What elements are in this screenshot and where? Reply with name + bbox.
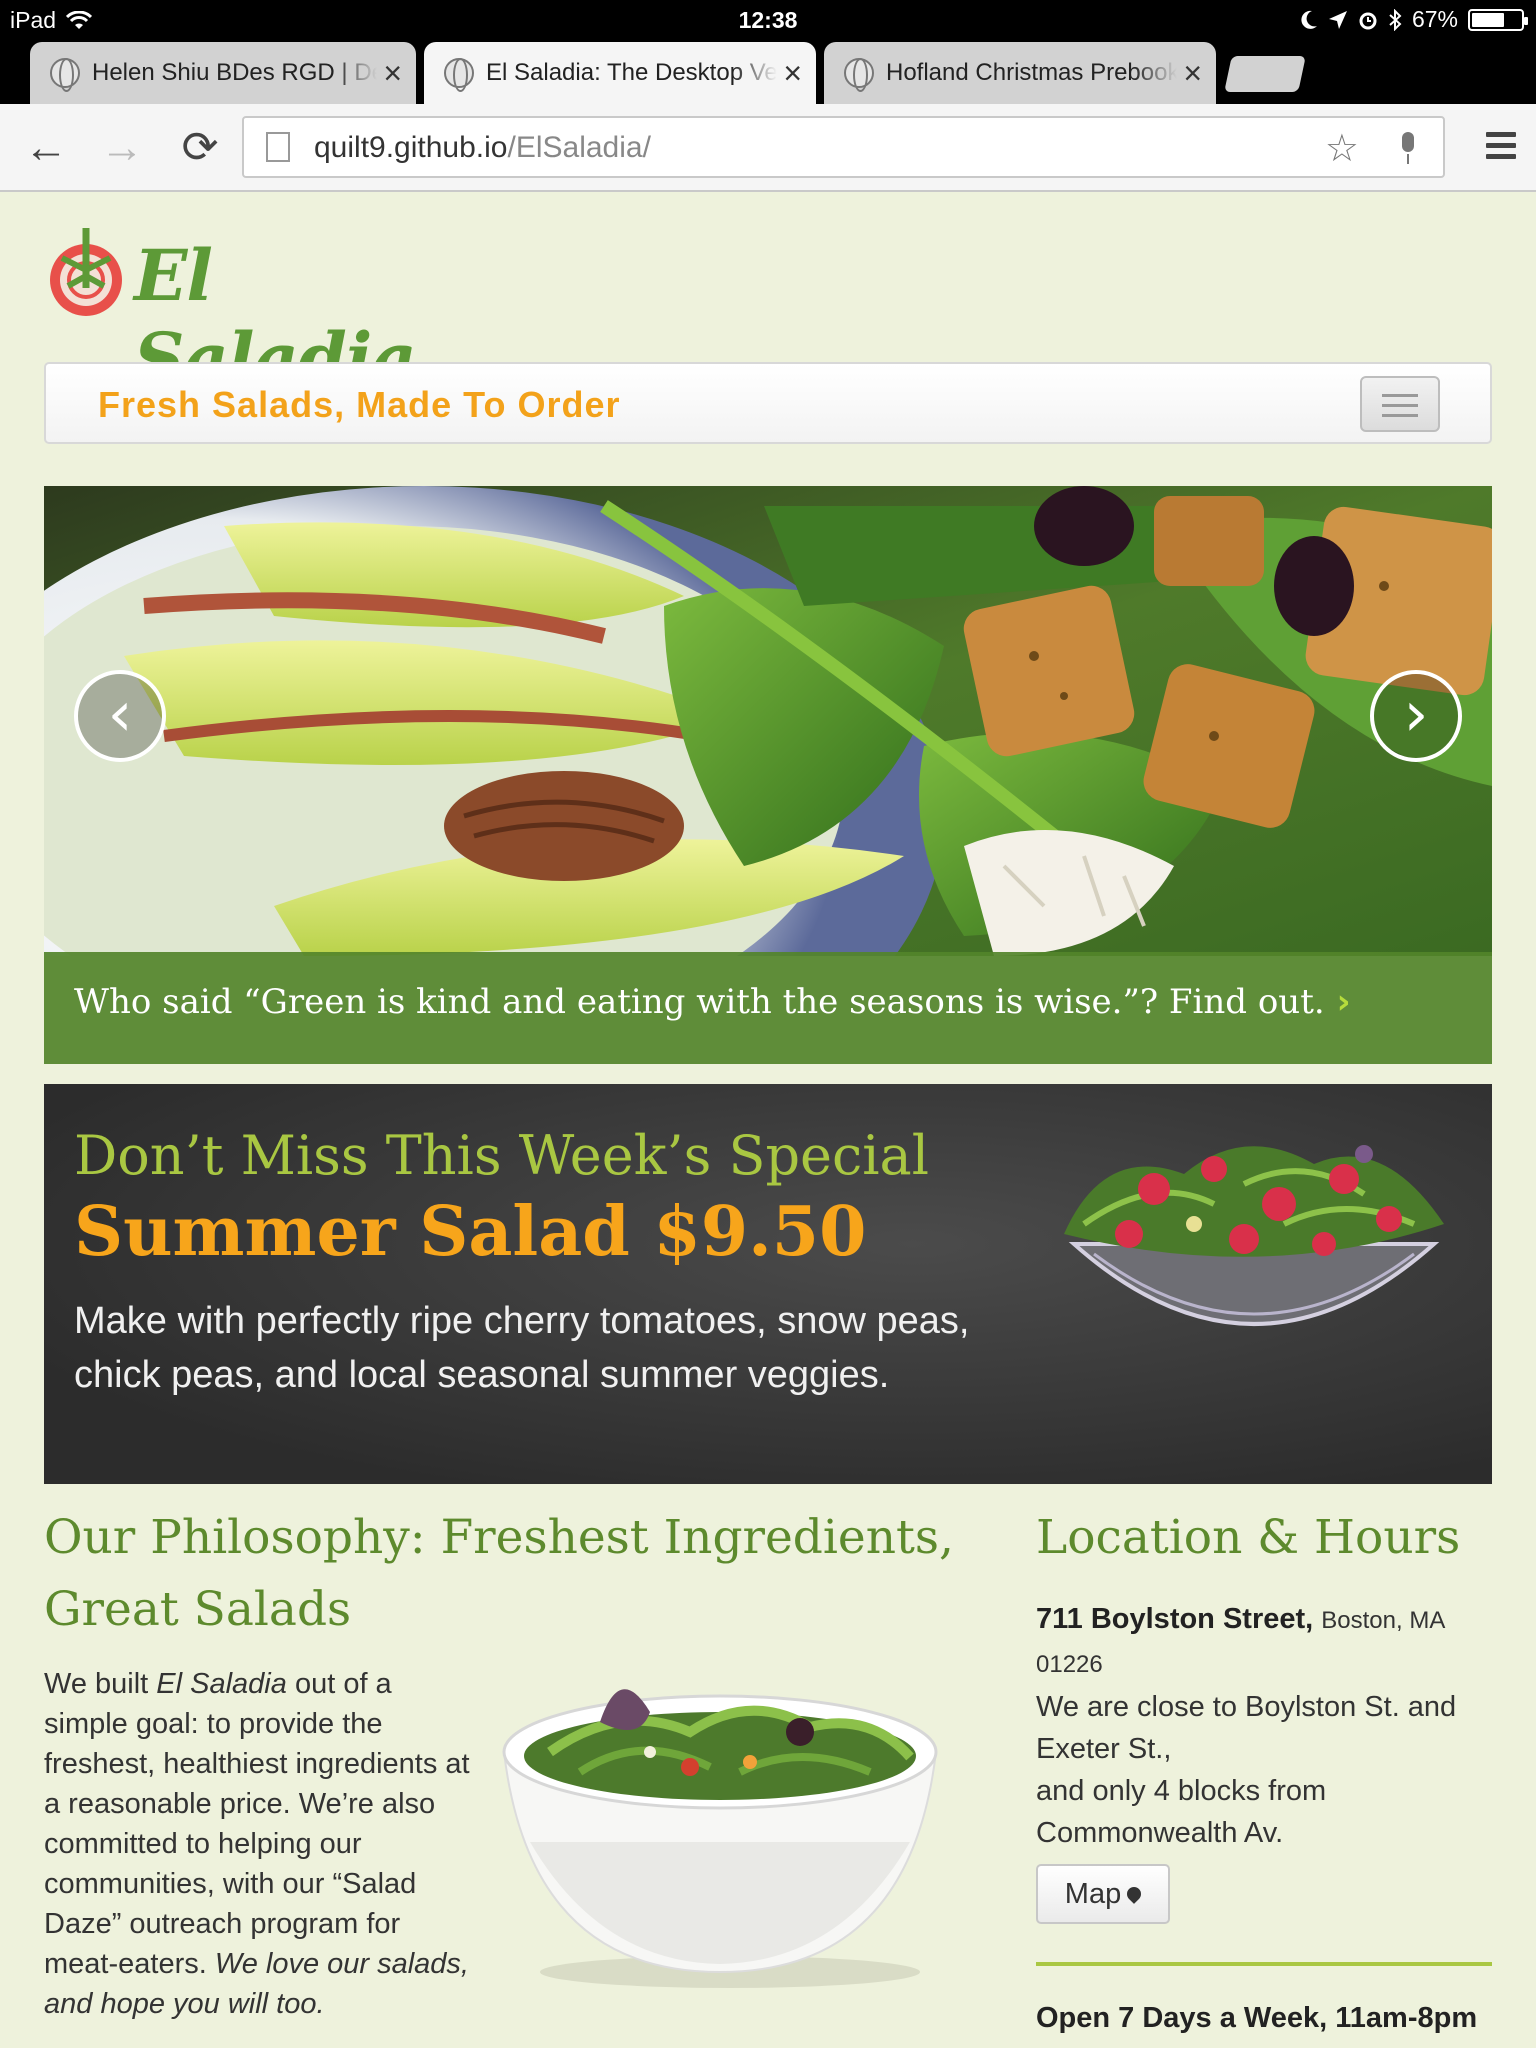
location-address: 711 Boylston Street, Boston, MA 01226 We… bbox=[1036, 1598, 1476, 1854]
chevron-right-icon[interactable]: › bbox=[1337, 982, 1351, 1022]
close-icon[interactable]: × bbox=[783, 57, 802, 89]
tab-helen-shiu[interactable]: Helen Shiu BDes RGD | Des × bbox=[30, 42, 416, 104]
special-title: Summer Salad $9.50 bbox=[74, 1192, 867, 1272]
tab-hofland[interactable]: Hofland Christmas Prebook × bbox=[824, 42, 1216, 104]
alarm-icon bbox=[1359, 12, 1377, 29]
forward-button[interactable]: → bbox=[92, 118, 152, 178]
directions-line-1: We are close to Boylston St. and Exeter … bbox=[1036, 1691, 1457, 1765]
street-address: 711 Boylston Street, bbox=[1036, 1603, 1314, 1635]
salad-photo bbox=[44, 486, 1492, 956]
bookmark-star-icon[interactable]: ☆ bbox=[1325, 126, 1359, 171]
microphone-icon[interactable] bbox=[1399, 132, 1417, 164]
site-logo[interactable]: El Saladia bbox=[42, 218, 472, 400]
philosophy-heading: Our Philosophy: Freshest Ingredients, Gr… bbox=[44, 1510, 954, 1637]
divider bbox=[1036, 1962, 1492, 1966]
tab-strip: Helen Shiu BDes RGD | Des × El Saladia: … bbox=[0, 40, 1536, 104]
battery-level bbox=[1472, 12, 1504, 27]
globe-icon bbox=[844, 58, 874, 92]
special-heading: Don’t Miss This Week’s Special bbox=[74, 1124, 929, 1187]
weekly-special-banner: Don’t Miss This Week’s Special Summer Sa… bbox=[44, 1084, 1492, 1484]
close-icon[interactable]: × bbox=[1183, 57, 1202, 89]
site-navbar: Fresh Salads, Made To Order bbox=[44, 362, 1492, 444]
address-bar[interactable]: quilt9.github.io/ElSaladia/ ☆ bbox=[242, 116, 1445, 178]
location-arrow-icon bbox=[1328, 10, 1347, 29]
url-text[interactable]: quilt9.github.io/ElSaladia/ bbox=[314, 131, 651, 165]
special-description: Make with perfectly ripe cherry tomatoes… bbox=[74, 1300, 970, 1396]
hero-caption-bar[interactable]: Who said “Green is kind and eating with … bbox=[44, 952, 1492, 1064]
navbar-tagline[interactable]: Fresh Salads, Made To Order bbox=[98, 384, 620, 426]
bluetooth-icon bbox=[1389, 8, 1402, 31]
moon-icon bbox=[1301, 10, 1317, 29]
carousel-next-button[interactable]: › bbox=[1370, 670, 1462, 762]
new-tab-button[interactable] bbox=[1224, 56, 1306, 92]
status-bar: iPad 12:38 67% bbox=[0, 0, 1536, 40]
location-heading: Location & Hours bbox=[1036, 1510, 1461, 1565]
hero-caption[interactable]: Who said “Green is kind and eating with … bbox=[74, 982, 1351, 1022]
battery-percent: 67% bbox=[1411, 6, 1458, 32]
close-icon[interactable]: × bbox=[383, 57, 402, 89]
page-icon bbox=[266, 132, 290, 162]
tab-title: Hofland Christmas Prebook bbox=[886, 59, 1178, 86]
chalk-salad-bowl-illustration bbox=[1064, 1145, 1444, 1326]
philosophy-text: We built El Saladia out of a simple goal… bbox=[44, 1664, 474, 2024]
map-button[interactable]: Map bbox=[1036, 1864, 1170, 1924]
globe-icon bbox=[444, 58, 474, 92]
globe-icon bbox=[50, 58, 80, 92]
tomato-logo-icon bbox=[50, 228, 122, 316]
url-host: quilt9.github.io bbox=[314, 131, 508, 164]
hero-carousel: ‹ › bbox=[44, 486, 1492, 956]
back-button[interactable]: ← bbox=[16, 118, 76, 178]
tab-title: El Saladia: The Desktop Vers bbox=[486, 59, 778, 86]
page-content: El Saladia Fresh Salads, Made To Order ‹… bbox=[0, 192, 1536, 2048]
map-button-label: Map bbox=[1064, 1878, 1122, 1910]
reload-button[interactable]: ⟳ bbox=[170, 118, 230, 178]
salad-bowl-photo bbox=[502, 1689, 938, 1988]
philosophy-text-1: We built bbox=[44, 1668, 157, 1700]
battery-icon bbox=[1468, 8, 1528, 31]
url-path: /ElSaladia/ bbox=[507, 131, 651, 164]
philosophy-text-2: out of a simple goal: to provide the fre… bbox=[44, 1668, 470, 1980]
directions-line-2: and only 4 blocks from Commonwealth Av. bbox=[1036, 1775, 1327, 1849]
philosophy-brand-name: El Saladia bbox=[156, 1668, 287, 1700]
browser-toolbar: ← → ⟳ quilt9.github.io/ElSaladia/ ☆ bbox=[0, 104, 1536, 192]
tab-el-saladia[interactable]: El Saladia: The Desktop Vers × bbox=[424, 42, 816, 104]
tab-title: Helen Shiu BDes RGD | Des bbox=[92, 59, 378, 86]
nav-toggle-button[interactable] bbox=[1360, 376, 1440, 432]
opening-hours: Open 7 Days a Week, 11am-8pm bbox=[1036, 2002, 1478, 2034]
map-marker-icon bbox=[1124, 1884, 1145, 1904]
menu-icon[interactable] bbox=[1486, 132, 1516, 160]
hero-caption-text: Who said “Green is kind and eating with … bbox=[74, 982, 1325, 1022]
carousel-prev-button[interactable]: ‹ bbox=[74, 670, 166, 762]
